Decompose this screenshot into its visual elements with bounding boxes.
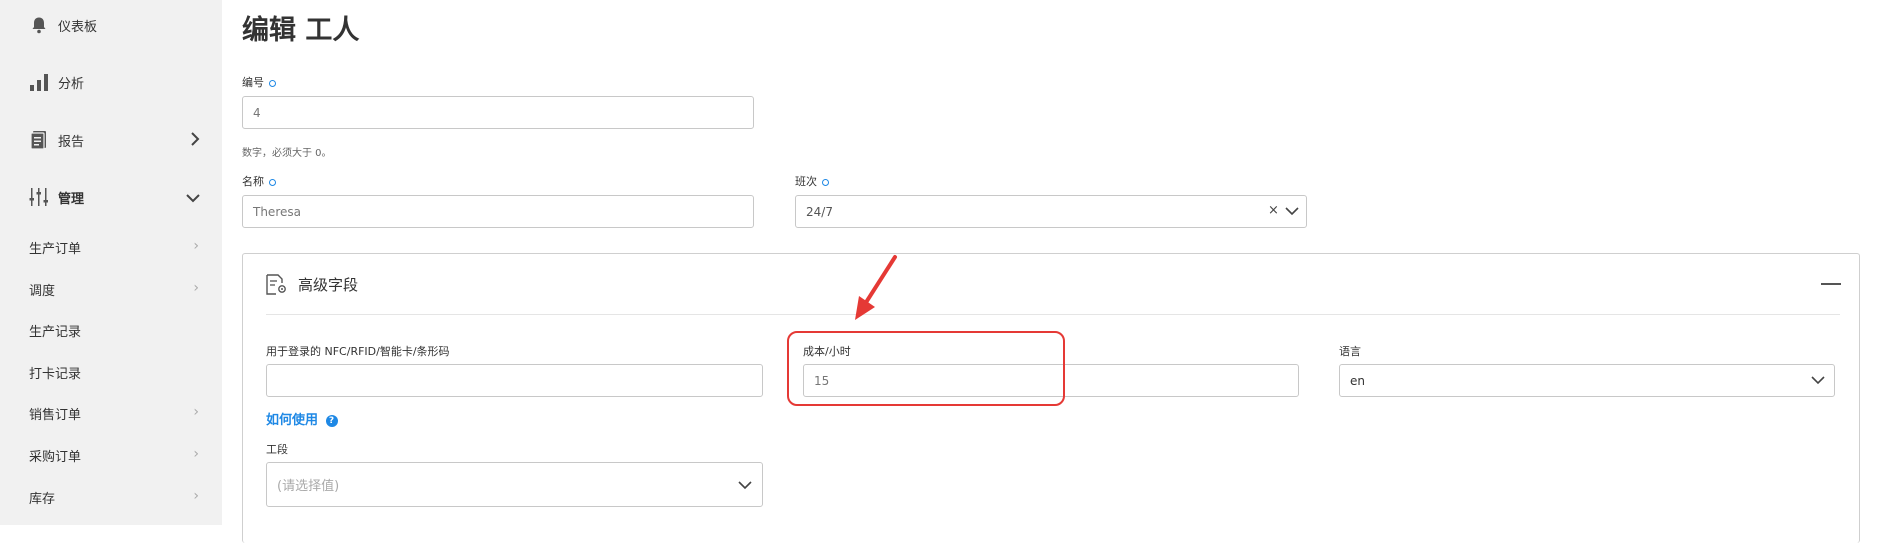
help-icon: ?: [325, 414, 338, 427]
document-icon: [28, 129, 50, 151]
sidebar-item-reports[interactable]: 报告: [0, 128, 222, 152]
number-input[interactable]: 4: [242, 96, 754, 129]
panel-divider: [266, 314, 1840, 315]
shift-select-value: 24/7: [806, 204, 833, 219]
sidebar-subitem-label: 采购订单: [29, 450, 82, 465]
sidebar-item-label: 报告: [58, 134, 85, 150]
chevron-right-icon: ›: [193, 238, 199, 254]
chevron-right-icon: ›: [193, 280, 199, 296]
how-to-use-text: 如何使用: [266, 413, 319, 428]
sidebar-subitem-label: 打卡记录: [29, 367, 82, 382]
sidebar-subitem-production-orders[interactable]: 生产订单 ›: [29, 238, 199, 257]
sidebar-subitem-clock-records[interactable]: 打卡记录: [29, 363, 199, 382]
name-label: 名称: [242, 173, 276, 189]
sidebar-subitem-label: 销售订单: [29, 408, 82, 423]
chevron-down-icon[interactable]: [1285, 207, 1299, 216]
nfc-label: 用于登录的 NFC/RFID/智能卡/条形码: [266, 345, 450, 358]
name-input[interactable]: Theresa: [242, 195, 754, 228]
chevron-right-icon: [190, 131, 200, 150]
sidebar-subitem-inventory[interactable]: 库存 ›: [29, 488, 199, 507]
name-label-text: 名称: [242, 175, 264, 188]
required-icon: [822, 178, 829, 186]
chevron-down-icon[interactable]: [738, 481, 752, 490]
bar-chart-icon: [28, 71, 50, 93]
number-label-text: 编号: [242, 76, 264, 89]
chevron-down-icon[interactable]: [1811, 376, 1825, 385]
sidebar-item-dashboard[interactable]: 仪表板: [0, 13, 222, 37]
sidebar-item-label: 管理: [58, 191, 85, 207]
shift-label-text: 班次: [795, 175, 817, 188]
page-title: 编辑 工人: [242, 15, 360, 46]
sidebar-subitem-purchase-orders[interactable]: 采购订单 ›: [29, 446, 199, 465]
language-select[interactable]: en: [1339, 364, 1835, 397]
nfc-input[interactable]: [266, 364, 763, 397]
language-select-value: en: [1350, 373, 1365, 388]
required-icon: [269, 178, 276, 186]
workstation-select[interactable]: (请选择值): [266, 462, 763, 507]
chevron-right-icon: ›: [193, 404, 199, 420]
annotation-arrow-icon: [855, 255, 897, 320]
collapse-icon[interactable]: [1821, 283, 1841, 285]
sidebar-item-analysis[interactable]: 分析: [0, 70, 222, 94]
number-hint: 数字，必须大于 0。: [242, 148, 332, 159]
sidebar-item-label: 分析: [58, 76, 85, 92]
annotation-highlight-box: [787, 331, 1065, 406]
workstation-placeholder: (请选择值): [277, 479, 340, 494]
sidebar-item-label: 仪表板: [58, 19, 98, 35]
number-label: 编号: [242, 74, 276, 90]
sidebar-subitem-scheduling[interactable]: 调度 ›: [29, 280, 199, 299]
clear-icon[interactable]: ×: [1268, 203, 1279, 218]
chevron-down-icon: [186, 188, 200, 207]
language-label: 语言: [1339, 345, 1361, 358]
sidebar-item-management[interactable]: 管理: [0, 185, 222, 209]
sidebar-subitem-production-records[interactable]: 生产记录: [29, 321, 199, 340]
sliders-icon: [28, 186, 50, 208]
sidebar-subitem-label: 生产记录: [29, 325, 82, 340]
sidebar-subitem-label: 生产订单: [29, 242, 82, 257]
required-icon: [269, 79, 276, 87]
how-to-use-link[interactable]: 如何使用 ?: [266, 409, 338, 428]
chevron-right-icon: ›: [193, 446, 199, 462]
sidebar-subitem-label: 调度: [29, 284, 56, 299]
advanced-fields-title: 高级字段: [298, 276, 359, 294]
bell-icon: [28, 14, 50, 36]
shift-label: 班次: [795, 173, 829, 189]
settings-document-icon: [266, 274, 286, 295]
workstation-label: 工段: [266, 443, 288, 456]
sidebar-subitem-sales-orders[interactable]: 销售订单 ›: [29, 404, 199, 423]
sidebar: 仪表板 分析 报告 管理 生产订单 › 调度 › 生产记录 打卡记录 销售订单 …: [0, 0, 222, 525]
chevron-right-icon: ›: [193, 488, 199, 504]
sidebar-subitem-label: 库存: [29, 492, 56, 507]
shift-select[interactable]: 24/7: [795, 195, 1307, 228]
